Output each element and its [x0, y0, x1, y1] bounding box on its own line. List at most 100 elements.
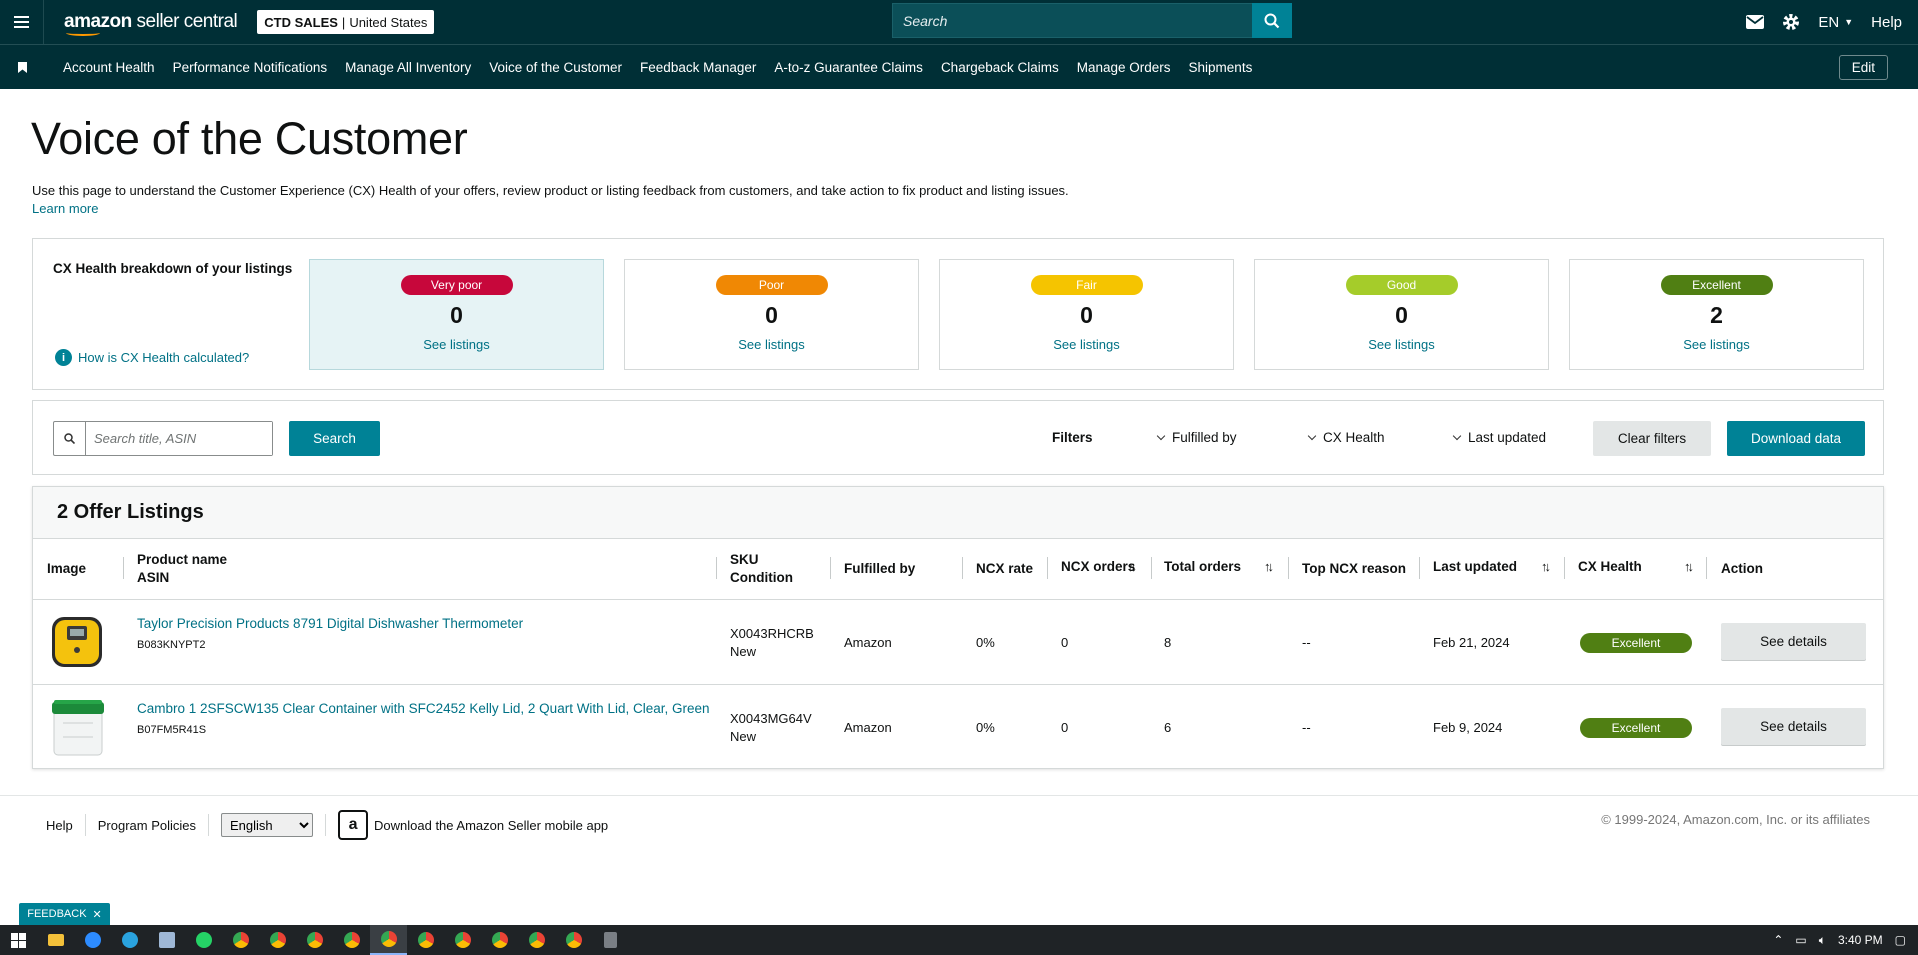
notification-icon[interactable]: ▢ — [1895, 933, 1906, 947]
chrome-icon[interactable] — [296, 925, 333, 955]
nav-item-feedback-manager[interactable]: Feedback Manager — [640, 60, 756, 75]
windows-start-icon[interactable] — [0, 925, 37, 955]
calculator-icon[interactable] — [592, 925, 629, 955]
menu-icon[interactable] — [0, 0, 44, 44]
file-explorer-icon[interactable] — [37, 925, 74, 955]
global-search-input[interactable] — [892, 3, 1252, 38]
chevron-down-icon — [1452, 431, 1462, 441]
nav-item-voice-of-customer[interactable]: Voice of the Customer — [489, 60, 622, 75]
footer-language-select[interactable]: English — [221, 813, 314, 837]
store-selector[interactable]: CTD SALES | United States — [257, 10, 435, 34]
col-ncx-orders[interactable]: NCX orders — [1061, 558, 1135, 576]
col-last-updated[interactable]: Last updated — [1433, 558, 1517, 576]
nav-item-manage-orders[interactable]: Manage Orders — [1077, 60, 1171, 75]
bookmark-icon[interactable] — [0, 45, 44, 89]
cx-card-fair[interactable]: Fair 0 See listings — [939, 259, 1234, 370]
see-details-button[interactable]: See details — [1721, 708, 1866, 745]
chrome-icon[interactable] — [407, 925, 444, 955]
col-sku: SKU Condition — [730, 551, 793, 587]
see-details-button[interactable]: See details — [1721, 623, 1866, 660]
cx-health-info-link[interactable]: i How is CX Health calculated? — [55, 349, 249, 366]
sort-icon[interactable]: ↑↓ — [1264, 559, 1274, 574]
telegram-icon[interactable] — [111, 925, 148, 955]
chrome-icon[interactable] — [222, 925, 259, 955]
learn-more-link[interactable]: Learn more — [32, 201, 98, 216]
page-title: Voice of the Customer — [31, 113, 468, 164]
product-name-link[interactable]: Cambro 1 2SFSCW135 Clear Container with … — [137, 701, 710, 716]
last-updated-dropdown[interactable]: Last updated — [1452, 430, 1546, 445]
table-heading: 2 Offer Listings — [33, 487, 1883, 539]
very-poor-badge: Very poor — [400, 275, 513, 295]
settings-icon[interactable] — [1782, 13, 1800, 31]
fulfilled-by-label: Fulfilled by — [1172, 430, 1237, 445]
whatsapp-icon[interactable] — [185, 925, 222, 955]
sort-icon[interactable]: ↑↓ — [1684, 559, 1694, 574]
footer-policies-link[interactable]: Program Policies — [98, 818, 196, 833]
col-ncx-rate: NCX rate — [976, 561, 1034, 576]
nav-item-shipments[interactable]: Shipments — [1189, 60, 1253, 75]
global-search — [892, 3, 1292, 38]
listing-search-input[interactable] — [86, 422, 272, 455]
col-total-orders[interactable]: Total orders — [1164, 558, 1241, 576]
cx-card-poor[interactable]: Poor 0 See listings — [624, 259, 919, 370]
cx-health-dropdown[interactable]: CX Health — [1307, 430, 1385, 445]
global-search-button[interactable] — [1252, 3, 1292, 38]
chrome-icon[interactable] — [259, 925, 296, 955]
nav-item-chargeback-claims[interactable]: Chargeback Claims — [941, 60, 1059, 75]
nav-item-manage-inventory[interactable]: Manage All Inventory — [345, 60, 471, 75]
excellent-see-listings[interactable]: See listings — [1683, 337, 1749, 352]
seller-central-logo[interactable]: amazon seller central — [64, 11, 238, 36]
nav-item-account-health[interactable]: Account Health — [63, 60, 155, 75]
fair-badge: Fair — [1030, 275, 1143, 295]
nav-item-performance-notifications[interactable]: Performance Notifications — [173, 60, 328, 75]
clock[interactable]: 3:40 PM — [1838, 933, 1883, 947]
download-app-link[interactable]: Download the Amazon Seller mobile app — [374, 818, 608, 833]
chrome-icon[interactable] — [333, 925, 370, 955]
footer: Help Program Policies English a Download… — [46, 810, 608, 840]
download-data-button[interactable]: Download data — [1727, 421, 1865, 456]
good-see-listings[interactable]: See listings — [1368, 337, 1434, 352]
poor-see-listings[interactable]: See listings — [738, 337, 804, 352]
volume-icon[interactable]: 🔈︎ — [1819, 933, 1826, 948]
clear-filters-button[interactable]: Clear filters — [1593, 421, 1711, 456]
product-image-thermometer[interactable] — [49, 614, 105, 673]
feedback-label: FEEDBACK — [27, 908, 87, 920]
search-icon — [1264, 13, 1280, 28]
notes-icon[interactable] — [148, 925, 185, 955]
very-poor-see-listings[interactable]: See listings — [423, 337, 489, 352]
nav-item-a-to-z-claims[interactable]: A-to-z Guarantee Claims — [774, 60, 923, 75]
network-icon[interactable]: ▭ — [1795, 933, 1806, 947]
cx-health-calc-link[interactable]: How is CX Health calculated? — [78, 350, 249, 365]
chrome-icon[interactable] — [518, 925, 555, 955]
zoom-icon[interactable] — [74, 925, 111, 955]
footer-help-link[interactable]: Help — [46, 818, 73, 833]
chrome-icon[interactable] — [555, 925, 592, 955]
col-cx-health[interactable]: CX Health — [1578, 558, 1642, 576]
col-top-ncx-reason: Top NCX reason — [1302, 561, 1407, 576]
sort-icon[interactable]: ↑↓ — [1541, 559, 1551, 574]
cx-card-excellent[interactable]: Excellent 2 See listings — [1569, 259, 1864, 370]
sort-icon[interactable]: ↑↓ — [1127, 559, 1137, 574]
fair-see-listings[interactable]: See listings — [1053, 337, 1119, 352]
product-name-link[interactable]: Taylor Precision Products 8791 Digital D… — [137, 616, 523, 631]
col-action: Action — [1721, 561, 1763, 576]
cx-card-good[interactable]: Good 0 See listings — [1254, 259, 1549, 370]
chrome-icon[interactable] — [481, 925, 518, 955]
seller-app-icon[interactable]: a — [338, 810, 369, 840]
cx-card-very-poor[interactable]: Very poor 0 See listings — [309, 259, 604, 370]
fulfilled-by-dropdown[interactable]: Fulfilled by — [1156, 430, 1237, 445]
tray-chevron-icon[interactable]: ⌃ — [1773, 933, 1783, 947]
asin-value: B083KNYPT2 — [137, 639, 206, 651]
chrome-icon[interactable] — [444, 925, 481, 955]
listing-search-button[interactable]: Search — [289, 421, 380, 456]
help-link[interactable]: Help — [1871, 14, 1902, 31]
product-image-container[interactable] — [49, 697, 107, 760]
edit-nav-button[interactable]: Edit — [1838, 55, 1888, 80]
col-condition-label: Condition — [730, 570, 793, 585]
feedback-tab[interactable]: FEEDBACK ✕ — [19, 903, 110, 925]
chrome-icon[interactable] — [370, 925, 407, 955]
close-icon[interactable]: ✕ — [93, 908, 102, 921]
language-selector[interactable]: EN ▼ — [1818, 14, 1853, 31]
excellent-badge: Excellent — [1660, 275, 1773, 295]
mail-icon[interactable] — [1746, 15, 1765, 29]
